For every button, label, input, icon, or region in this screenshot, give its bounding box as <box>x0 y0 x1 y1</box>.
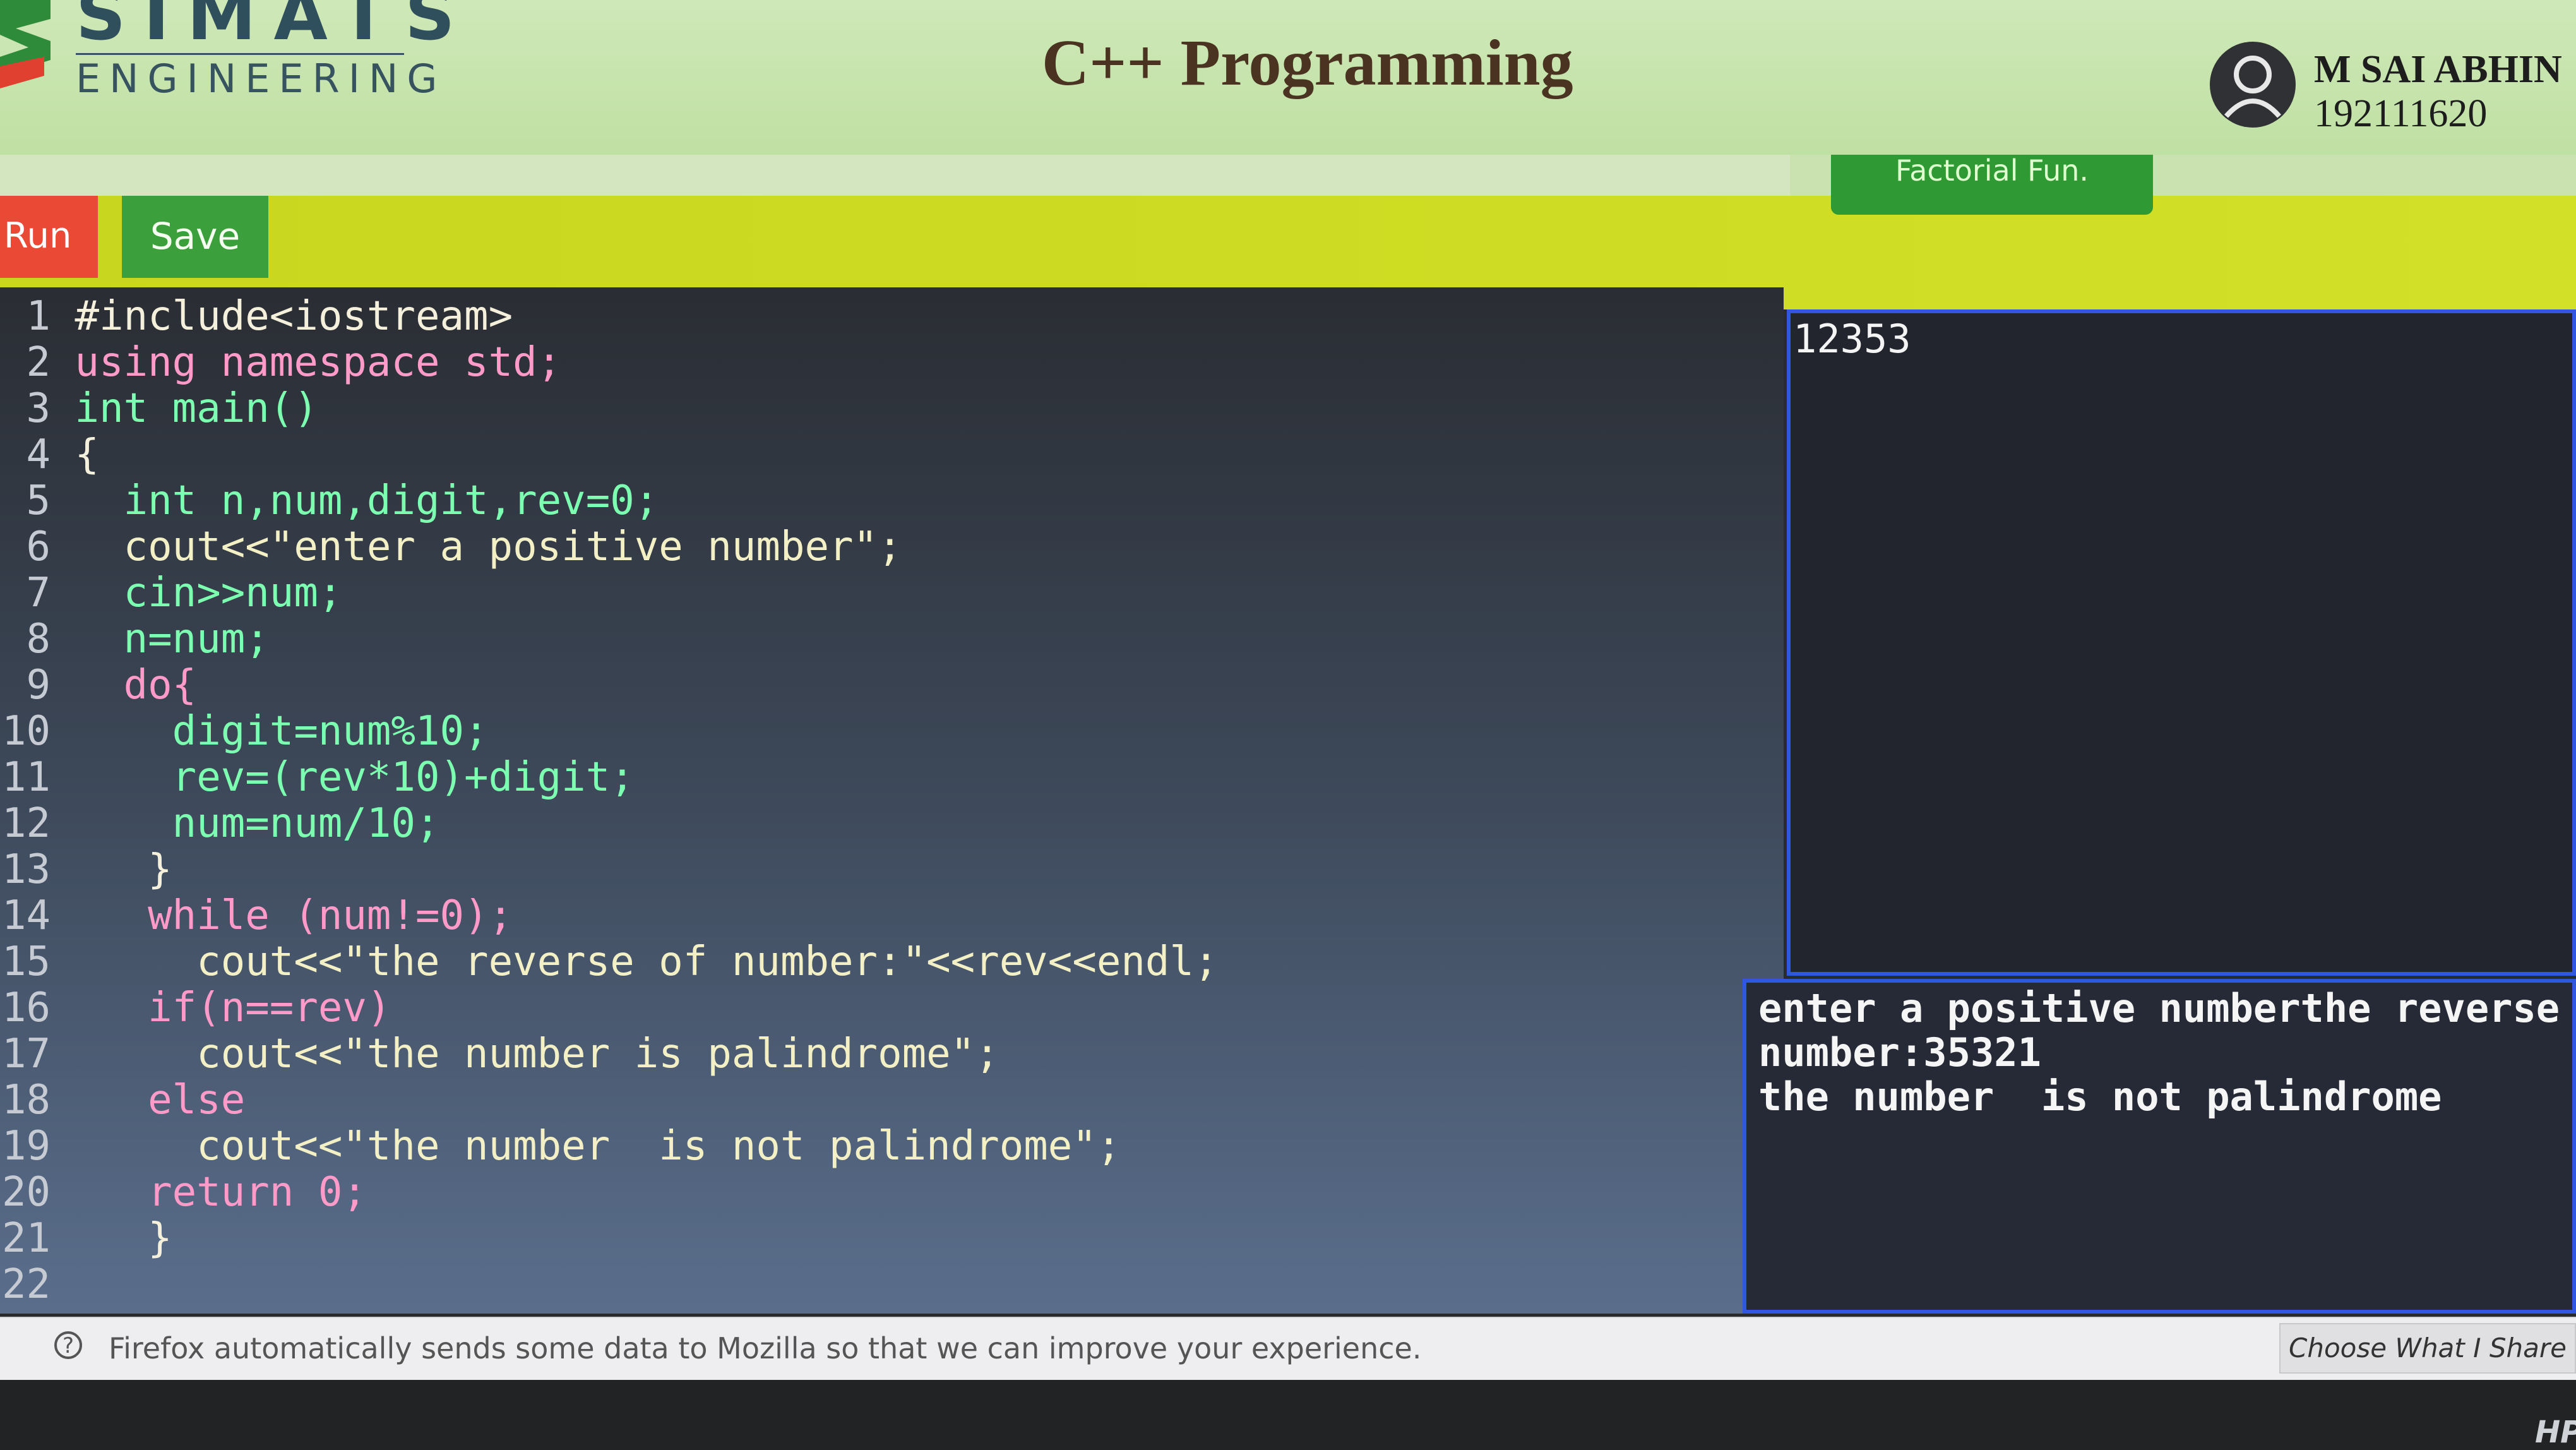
line-number: 16 <box>1 985 51 1031</box>
monitor-bezel <box>0 1380 2576 1450</box>
page-title: C++ Programming <box>1042 27 1573 99</box>
code-line: 4 { <box>0 432 99 478</box>
stdin-value[interactable]: 12353 <box>1793 316 1911 362</box>
line-number: 7 <box>26 570 51 616</box>
line-number: 18 <box>1 1077 51 1123</box>
code-text: #include<iostream> <box>75 293 513 340</box>
code-line: 9 do{ <box>0 662 196 709</box>
code-line: 14 while (num!=0); <box>0 893 513 939</box>
line-number: 2 <box>26 339 51 386</box>
line-number: 6 <box>26 524 51 570</box>
line-number: 21 <box>1 1215 51 1262</box>
line-number: 8 <box>26 616 51 662</box>
output-line: the number is not palindrome <box>1758 1074 2442 1120</box>
code-line: 17 cout<<"the number is palindrome"; <box>0 1031 999 1077</box>
code-text: n=num; <box>75 616 270 662</box>
user-id: 192111620 <box>2314 92 2488 135</box>
line-number: 1 <box>26 293 51 340</box>
output-line: enter a positive numberthe reverse of <box>1758 985 2576 1031</box>
run-button[interactable]: Run <box>0 196 98 278</box>
output-line: number:35321 <box>1758 1029 2041 1076</box>
code-text: else <box>75 1077 246 1123</box>
code-text: using namespace std; <box>75 339 562 386</box>
line-number: 12 <box>1 800 51 847</box>
code-line: 5 int n,num,digit,rev=0; <box>0 478 659 524</box>
code-line: 11 rev=(rev*10)+digit; <box>0 755 635 801</box>
code-line: 16 if(n==rev) <box>0 985 391 1031</box>
code-text: cout<<"the reverse of number:"<<rev<<end… <box>75 938 1219 985</box>
code-line: 15 cout<<"the reverse of number:"<<rev<<… <box>0 939 1219 985</box>
code-line: 1 #include<iostream> <box>0 294 513 340</box>
code-line: 10 digit=num%10; <box>0 709 489 755</box>
code-line: 13 } <box>0 847 172 893</box>
code-line: 19 cout<<"the number is not palindrome"; <box>0 1123 1121 1170</box>
code-text: cout<<"the number is palindrome"; <box>75 1031 999 1077</box>
line-number: 22 <box>1 1261 51 1308</box>
brand-divider <box>76 53 404 55</box>
code-text: rev=(rev*10)+digit; <box>75 754 635 801</box>
code-line: 2 using namespace std; <box>0 340 561 386</box>
code-line: 7 cin>>num; <box>0 570 342 616</box>
choose-what-i-share-button[interactable]: Choose What I Share <box>2279 1323 2576 1374</box>
code-text: } <box>75 846 172 893</box>
line-number: 17 <box>1 1031 51 1077</box>
line-number: 13 <box>1 846 51 893</box>
program-tab-button[interactable]: Factorial Fun. <box>1831 155 2153 215</box>
code-line: 3 int main() <box>0 386 318 432</box>
user-name: M SAI ABHIN <box>2314 48 2562 91</box>
header: SIMATS ENGINEERING C++ Programming M SAI… <box>0 0 2576 155</box>
code-line: 12 num=num/10; <box>0 801 440 847</box>
brand-subtitle: ENGINEERING <box>76 56 446 102</box>
code-text: while (num!=0); <box>75 892 513 939</box>
help-icon: ? <box>54 1331 82 1359</box>
line-number: 10 <box>1 708 51 755</box>
brand-name: SIMATS <box>76 0 473 56</box>
line-number: 3 <box>26 385 51 432</box>
stdin-input-panel[interactable] <box>1787 309 2576 976</box>
line-number: 14 <box>1 892 51 939</box>
code-text: return 0; <box>75 1169 367 1216</box>
code-text: { <box>75 431 100 478</box>
code-line: 22 <box>0 1262 75 1308</box>
code-text: int main() <box>75 385 318 432</box>
save-button[interactable]: Save <box>122 196 268 278</box>
code-line: 18 else <box>0 1077 245 1123</box>
line-number: 19 <box>1 1123 51 1170</box>
code-line: 21 } <box>0 1216 172 1262</box>
code-line: 20 return 0; <box>0 1170 367 1216</box>
line-number: 9 <box>26 662 51 709</box>
code-text: digit=num%10; <box>75 708 489 755</box>
code-line: 6 cout<<"enter a positive number"; <box>0 524 902 570</box>
code-text: if(n==rev) <box>75 985 391 1031</box>
code-text: } <box>75 1215 172 1262</box>
code-editor[interactable]: 1 #include<iostream> 2 using namespace st… <box>0 287 1784 1314</box>
code-text: do{ <box>75 662 197 709</box>
code-text: int n,num,digit,rev=0; <box>75 477 659 524</box>
code-text: cout<<"the number is not palindrome"; <box>75 1123 1121 1170</box>
line-number: 20 <box>1 1169 51 1216</box>
hp-logo: HP <box>2535 1415 2576 1450</box>
line-number: 5 <box>26 477 51 524</box>
line-number: 11 <box>1 754 51 801</box>
user-avatar-icon[interactable] <box>2210 42 2296 128</box>
code-line: 8 n=num; <box>0 616 270 662</box>
notification-text: Firefox automatically sends some data to… <box>109 1331 1422 1365</box>
line-number: 15 <box>1 938 51 985</box>
code-text: cout<<"enter a positive number"; <box>75 524 902 570</box>
code-text: num=num/10; <box>75 800 440 847</box>
code-text: cin>>num; <box>75 570 343 616</box>
line-number: 4 <box>26 431 51 478</box>
